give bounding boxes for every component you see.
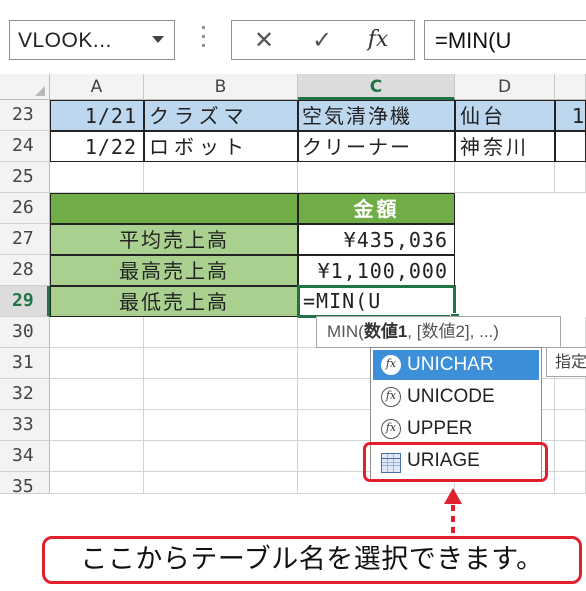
cell-e23[interactable]: 1: [555, 100, 586, 131]
label-min-sales[interactable]: 最低売上高: [50, 286, 298, 317]
formula-input[interactable]: =MIN(U: [424, 20, 586, 60]
cell-b30[interactable]: [144, 317, 298, 348]
cell-b32[interactable]: [144, 379, 298, 410]
function-argument-tooltip: MIN(数値1, [数値2], ...): [316, 316, 561, 348]
column-header-a[interactable]: A: [50, 74, 144, 100]
cell-e35[interactable]: [555, 472, 586, 494]
cell-b31[interactable]: [144, 348, 298, 379]
column-header-b[interactable]: B: [144, 74, 298, 100]
chevron-down-icon[interactable]: [152, 36, 164, 43]
formula-text: =MIN(U: [435, 28, 512, 53]
cell-a24[interactable]: 1/22: [50, 131, 144, 162]
formula-buttons: ✕ ✓ fx: [231, 20, 415, 60]
row-header[interactable]: 27: [0, 224, 50, 255]
cell-b33[interactable]: [144, 410, 298, 441]
value-max-sales[interactable]: ¥1,100,000: [298, 255, 455, 286]
column-header-e[interactable]: [555, 74, 586, 100]
row-header[interactable]: 35: [0, 472, 50, 497]
autocomplete-item-label: UPPER: [407, 418, 473, 439]
cell-b24[interactable]: ロボット: [144, 131, 298, 162]
cell-a33[interactable]: [50, 410, 144, 441]
cell-c24[interactable]: クリーナー: [298, 131, 455, 162]
select-all-corner[interactable]: [0, 74, 50, 100]
cell-e25[interactable]: [555, 162, 586, 193]
cell-a30[interactable]: [50, 317, 144, 348]
cell-e34[interactable]: [555, 441, 586, 472]
cell-a34[interactable]: [50, 441, 144, 472]
tooltip-remaining-arguments: , [数値2], ...): [407, 322, 499, 341]
row-header[interactable]: 32: [0, 379, 50, 410]
active-cell-c29[interactable]: =MIN(U: [297, 285, 456, 318]
row-header[interactable]: 26: [0, 193, 50, 224]
value-average-sales[interactable]: ¥435,036: [298, 224, 455, 255]
column-header-d[interactable]: D: [455, 74, 555, 100]
autocomplete-item-label: UNICHAR: [407, 354, 494, 375]
cell-a25[interactable]: [50, 162, 144, 193]
autocomplete-item-label: UNICODE: [407, 386, 495, 407]
cell-d25[interactable]: [455, 162, 555, 193]
tooltip-current-argument[interactable]: 数値1: [364, 322, 407, 341]
row-header[interactable]: 28: [0, 255, 50, 286]
column-header-c[interactable]: C: [298, 74, 455, 100]
callout-note: ここからテーブル名を選択できます。: [42, 536, 582, 584]
cell-a35[interactable]: [50, 472, 144, 494]
arrow-up-icon: [444, 488, 462, 504]
cell-e33[interactable]: [555, 410, 586, 441]
cell-e32[interactable]: [555, 379, 586, 410]
function-description-tooltip: 指定: [546, 347, 586, 377]
cell-b35[interactable]: [144, 472, 298, 494]
amount-header[interactable]: 金額: [298, 193, 455, 224]
function-icon: fx: [381, 355, 401, 375]
row-header[interactable]: 30: [0, 317, 50, 348]
autocomplete-item-upper[interactable]: fx UPPER: [373, 414, 539, 444]
cell-a31[interactable]: [50, 348, 144, 379]
cell-b34[interactable]: [144, 441, 298, 472]
formula-bar: VLOOK... ✕ ✓ fx =MIN(U: [0, 0, 586, 74]
cell-e24[interactable]: [555, 131, 586, 162]
row-header[interactable]: 24: [0, 131, 50, 162]
summary-header-label-cell[interactable]: [50, 193, 298, 224]
enter-icon[interactable]: ✓: [302, 25, 342, 55]
function-icon: fx: [381, 419, 401, 439]
row-header[interactable]: 31: [0, 348, 50, 379]
cell-c23[interactable]: 空気清浄機: [298, 100, 455, 131]
cell-b23[interactable]: クラズマ: [144, 100, 298, 131]
cell-c25[interactable]: [298, 162, 455, 193]
cell-d24[interactable]: 神奈川: [455, 131, 555, 162]
row-header-active[interactable]: 29: [0, 286, 50, 317]
insert-function-icon[interactable]: fx: [358, 25, 398, 55]
function-icon: fx: [381, 387, 401, 407]
name-box[interactable]: VLOOK...: [9, 20, 175, 60]
cell-b25[interactable]: [144, 162, 298, 193]
row-header[interactable]: 23: [0, 100, 50, 131]
cell-a32[interactable]: [50, 379, 144, 410]
label-average-sales[interactable]: 平均売上高: [50, 224, 298, 255]
highlight-box-table-name: [363, 442, 548, 482]
tooltip-function-name: MIN(: [327, 322, 364, 341]
cell-d23[interactable]: 仙台: [455, 100, 555, 131]
row-header[interactable]: 34: [0, 441, 50, 472]
grip-icon[interactable]: [202, 26, 206, 54]
autocomplete-item-unicode[interactable]: fx UNICODE: [373, 382, 539, 412]
autocomplete-item-unichar[interactable]: fx UNICHAR: [373, 350, 539, 380]
dashed-pointer-line: [451, 505, 455, 537]
cell-a23[interactable]: 1/21: [50, 100, 144, 131]
name-box-value: VLOOK...: [18, 29, 112, 52]
row-header[interactable]: 25: [0, 162, 50, 193]
row-header[interactable]: 33: [0, 410, 50, 441]
label-max-sales[interactable]: 最高売上高: [50, 255, 298, 286]
cancel-icon[interactable]: ✕: [244, 25, 284, 55]
